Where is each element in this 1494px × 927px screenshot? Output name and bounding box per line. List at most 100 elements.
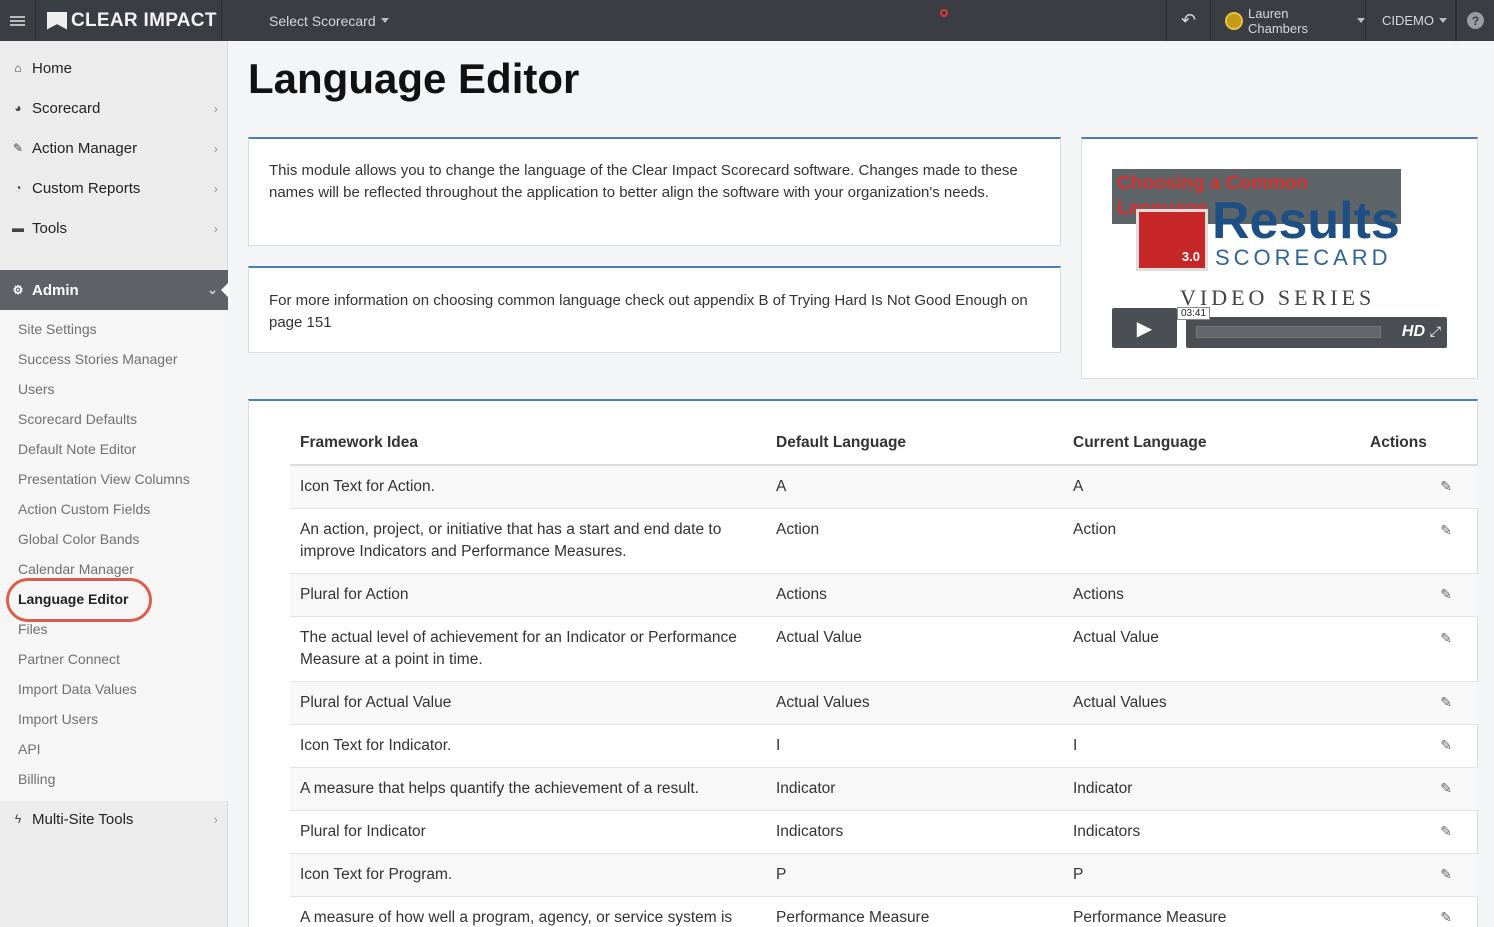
table-row: An action, project, or initiative that h… <box>290 507 1478 573</box>
sidebar-item-tools[interactable]: ▬ Tools › <box>0 208 228 248</box>
sidebar-item-action-manager[interactable]: ✎ Action Manager › <box>0 128 228 168</box>
table-row: Plural for Action Actions Actions ✎ <box>290 572 1478 616</box>
sidebar-item-scorecard[interactable]: ◕ Scorecard › <box>0 88 228 128</box>
chevron-right-icon: › <box>213 811 218 827</box>
chevron-right-icon: › <box>213 220 218 236</box>
submenu-item-api[interactable]: API <box>18 741 41 757</box>
submenu-item-success-stories-manager[interactable]: Success Stories Manager <box>18 351 178 367</box>
sidebar-item-multi-site-tools[interactable]: ϟ Multi-Site Tools › <box>0 799 228 839</box>
edit-icon[interactable]: ✎ <box>1440 906 1452 927</box>
submenu-item-import-data-values[interactable]: Import Data Values <box>18 681 137 697</box>
submenu-item-calendar-manager[interactable]: Calendar Manager <box>18 561 134 577</box>
default-language-cell: Indicators <box>766 809 1063 853</box>
chevron-down-icon: ⌄ <box>207 282 218 297</box>
video-panel: Choosing a Common Language 3.0 Results S… <box>1081 137 1478 379</box>
table-row: A measure that helps quantify the achiev… <box>290 766 1478 810</box>
pie-chart-icon: ◔ <box>14 181 22 195</box>
submenu-item-site-settings[interactable]: Site Settings <box>18 321 97 337</box>
help-button[interactable]: ? <box>1456 0 1494 41</box>
video-brand-sub: SCORECARD <box>1215 245 1392 270</box>
submenu-item-billing[interactable]: Billing <box>18 771 55 787</box>
table-row: Plural for Indicator Indicators Indicato… <box>290 809 1478 853</box>
current-language-cell: A <box>1063 464 1360 508</box>
edit-icon[interactable]: ✎ <box>1440 519 1452 541</box>
submenu-item-default-note-editor[interactable]: Default Note Editor <box>18 441 136 457</box>
hd-button[interactable]: HD <box>1402 323 1425 341</box>
current-language-cell: Action <box>1063 507 1360 573</box>
edit-icon[interactable]: ✎ <box>1440 777 1452 799</box>
caret-down-icon <box>1439 18 1447 23</box>
submenu-item-partner-connect[interactable]: Partner Connect <box>18 651 120 667</box>
org-menu[interactable]: CIDEMO <box>1366 0 1456 41</box>
table-row: Icon Text for Indicator. I I ✎ <box>290 723 1478 767</box>
fullscreen-icon[interactable]: ⤢ <box>1430 323 1441 340</box>
edit-icon[interactable]: ✎ <box>1440 734 1452 756</box>
sidebar-item-admin[interactable]: ⚙ Admin ⌄ <box>0 270 229 310</box>
current-language-cell: Indicator <box>1063 766 1360 810</box>
framework-idea-cell: The actual level of achievement for an I… <box>290 615 766 681</box>
sidebar-item-home[interactable]: ⌂ Home <box>0 48 228 88</box>
submenu-item-global-color-bands[interactable]: Global Color Bands <box>18 531 139 547</box>
framework-idea-cell: Plural for Action <box>290 572 766 616</box>
table-row: A measure of how well a program, agency,… <box>290 895 1478 927</box>
sidebar-item-custom-reports[interactable]: ◔ Custom Reports › <box>0 168 228 208</box>
default-language-cell: Action <box>766 507 1063 573</box>
submenu-item-presentation-view-columns[interactable]: Presentation View Columns <box>18 471 190 487</box>
default-language-cell: Actual Value <box>766 615 1063 681</box>
submenu-item-scorecard-defaults[interactable]: Scorecard Defaults <box>18 411 137 427</box>
current-language-cell: Actual Values <box>1063 680 1360 724</box>
undo-icon[interactable]: ↶ <box>1166 0 1211 41</box>
chevron-right-icon: › <box>213 180 218 196</box>
info-panel-reference: For more information on choosing common … <box>248 266 1061 353</box>
edit-icon[interactable]: ✎ <box>1440 863 1452 885</box>
submenu-item-action-custom-fields[interactable]: Action Custom Fields <box>18 501 150 517</box>
home-icon: ⌂ <box>14 61 22 75</box>
default-language-cell: Performance Measure <box>766 895 1063 927</box>
briefcase-icon: ▬ <box>12 221 24 235</box>
top-navbar: CLEAR IMPACT Select Scorecard ↶ Lauren C… <box>0 0 1494 41</box>
default-language-cell: A <box>766 464 1063 508</box>
play-button[interactable]: ▶ <box>1112 308 1177 348</box>
play-icon: ▶ <box>1136 317 1153 340</box>
language-table-panel: Framework Idea Default Language Current … <box>248 399 1478 927</box>
language-table: Framework Idea Default Language Current … <box>290 424 1478 927</box>
table-row: The actual level of achievement for an I… <box>290 615 1478 681</box>
framework-idea-cell: Plural for Actual Value <box>290 680 766 724</box>
framework-idea-cell: An action, project, or initiative that h… <box>290 507 766 573</box>
current-language-cell: I <box>1063 723 1360 767</box>
submenu-item-files[interactable]: Files <box>18 621 48 637</box>
admin-submenu: Site Settings Success Stories Manager Us… <box>0 310 228 801</box>
current-language-cell: Performance Measure <box>1063 895 1360 927</box>
current-language-cell: Actual Value <box>1063 615 1360 681</box>
default-language-cell: I <box>766 723 1063 767</box>
caret-down-icon <box>1357 18 1365 23</box>
table-row: Icon Text for Program. P P ✎ <box>290 852 1478 896</box>
sidebar: ⌂ Home ◕ Scorecard › ✎ Action Manager › ◔ Cust… <box>0 41 229 927</box>
chevron-right-icon: › <box>213 140 218 156</box>
video-player[interactable]: Choosing a Common Language 3.0 Results S… <box>1112 169 1447 349</box>
column-header-current-language: Current Language <box>1063 424 1360 466</box>
clear-impact-logo[interactable]: CLEAR IMPACT <box>36 0 222 41</box>
column-header-framework-idea: Framework Idea <box>290 424 766 466</box>
default-language-cell: P <box>766 852 1063 896</box>
main-content: Language Editor This module allows you t… <box>228 41 1494 927</box>
cogs-icon: ⚙ <box>12 283 24 297</box>
edit-icon[interactable]: ✎ <box>1440 475 1452 497</box>
edit-icon[interactable]: ✎ <box>1440 627 1452 649</box>
select-scorecard-dropdown[interactable]: Select Scorecard <box>222 0 422 41</box>
bolt-icon: ϟ <box>14 812 22 826</box>
edit-icon[interactable]: ✎ <box>1440 820 1452 842</box>
submenu-item-import-users[interactable]: Import Users <box>18 711 98 727</box>
table-row: Icon Text for Action. A A ✎ <box>290 464 1478 508</box>
table-row: Plural for Actual Value Actual Values Ac… <box>290 680 1478 724</box>
recording-indicator-icon <box>940 9 948 17</box>
edit-icon[interactable]: ✎ <box>1440 691 1452 713</box>
avatar <box>1225 11 1243 30</box>
user-menu[interactable]: Lauren Chambers <box>1211 0 1366 41</box>
highlight-circle <box>6 578 152 622</box>
edit-icon[interactable]: ✎ <box>1440 583 1452 605</box>
submenu-item-users[interactable]: Users <box>18 381 55 397</box>
info-panel: This module allows you to change the lan… <box>248 137 1061 246</box>
video-progress-bar[interactable] <box>1196 326 1381 338</box>
menu-icon[interactable] <box>0 0 36 41</box>
